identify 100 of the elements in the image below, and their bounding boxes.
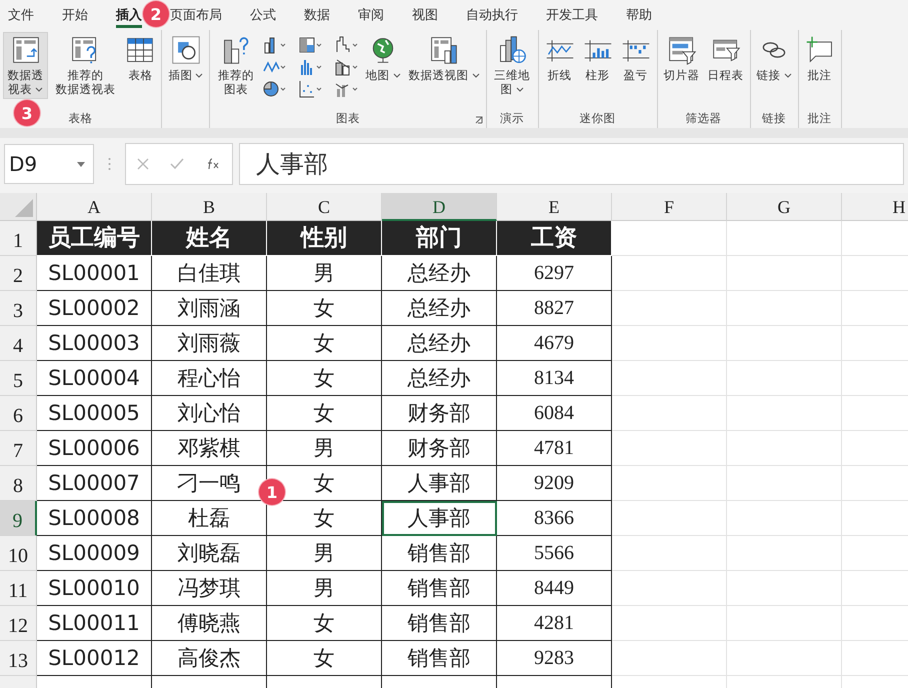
ribbon-button[interactable]: 柱形 — [580, 32, 616, 85]
table-cell: 4781 — [497, 431, 612, 466]
row-header[interactable]: 4 — [0, 326, 37, 361]
table-cell: 女 — [267, 396, 382, 431]
column-header[interactable]: F — [612, 193, 727, 221]
table-cell: 男 — [267, 571, 382, 606]
group-label: 迷你图 — [580, 110, 616, 126]
ribbon-button[interactable]: 推荐的图表 — [213, 32, 259, 99]
table-cell: SL00007 — [37, 466, 152, 501]
row-header[interactable]: 2 — [0, 256, 37, 291]
row-header[interactable]: 6 — [0, 396, 37, 431]
column-header[interactable]: C — [267, 193, 382, 221]
table-cell: 5566 — [497, 536, 612, 571]
table-cell: 8366 — [497, 501, 612, 536]
row-header[interactable]: 8 — [0, 466, 37, 501]
row-header[interactable]: 10 — [0, 536, 37, 571]
group-label: 链接 — [762, 110, 786, 126]
table-cell: 男 — [267, 431, 382, 466]
table-cell: 总经办 — [382, 361, 497, 396]
ribbon-tab[interactable]: 公式 — [249, 0, 277, 30]
table-cell: 4679 — [497, 326, 612, 361]
table-cell: 男 — [267, 536, 382, 571]
table-cell: 白佳琪 — [152, 256, 267, 291]
table-cell: 傅晓燕 — [152, 606, 267, 641]
table-cell: 女 — [267, 641, 382, 676]
table-cell: 人事部 — [382, 501, 497, 536]
ribbon-tab[interactable]: 视图 — [411, 0, 439, 30]
table-cell: 人事部 — [382, 466, 497, 501]
ribbon-tab[interactable]: 自动执行 — [465, 0, 519, 30]
row-header[interactable]: 1 — [0, 221, 37, 256]
group-label: 图表 — [336, 110, 360, 126]
table-cell: SL00001 — [37, 256, 152, 291]
table-cell: SL00004 — [37, 361, 152, 396]
table-cell: 女 — [267, 361, 382, 396]
column-header[interactable]: H — [842, 193, 908, 221]
ribbon-tab[interactable]: 页面布局 — [169, 0, 223, 30]
table-cell: SL00006 — [37, 431, 152, 466]
column-header[interactable]: B — [152, 193, 267, 221]
ribbon-tab[interactable]: 审阅 — [357, 0, 385, 30]
table-cell: 刘雨涵 — [152, 291, 267, 326]
table-cell: 女 — [267, 326, 382, 361]
ribbon-button[interactable]: 数据透视图 — [406, 32, 483, 85]
ribbon-tab[interactable]: 文件 — [7, 0, 35, 30]
ribbon-button[interactable]: 日程表 — [704, 32, 747, 85]
table-cell: 冯梦琪 — [152, 571, 267, 606]
row-header[interactable]: 9 — [0, 501, 37, 536]
row-header[interactable]: 5 — [0, 361, 37, 396]
ribbon-button[interactable]: 推荐的数据透视表 — [50, 32, 120, 99]
ribbon-button[interactable]: 切片器 — [660, 32, 703, 85]
table-cell: 销售部 — [382, 606, 497, 641]
ribbon-button[interactable]: 批注 — [802, 32, 838, 85]
column-header[interactable]: G — [727, 193, 842, 221]
ribbon-button[interactable]: 数据透视表 — [3, 32, 48, 99]
column-header[interactable]: E — [497, 193, 612, 221]
table-cell: 销售部 — [382, 641, 497, 676]
ribbon-button[interactable]: 插图 — [165, 32, 206, 85]
table-cell: SL00002 — [37, 291, 152, 326]
ribbon-tab[interactable]: 数据 — [303, 0, 331, 30]
header-cell: 姓名 — [152, 221, 267, 256]
table-cell: 高俊杰 — [152, 641, 267, 676]
table-cell: 刘晓磊 — [152, 536, 267, 571]
row-header[interactable]: 12 — [0, 606, 37, 641]
table-cell: 财务部 — [382, 431, 497, 466]
group-label: 演示 — [500, 110, 524, 126]
ribbon-button[interactable]: 地图 — [362, 32, 404, 85]
table-cell: 销售部 — [382, 536, 497, 571]
ribbon-tab[interactable]: 帮助 — [625, 0, 653, 30]
header-cell: 部门 — [382, 221, 497, 256]
table-cell: 财务部 — [382, 396, 497, 431]
column-header[interactable]: D — [382, 193, 497, 221]
ribbon-button[interactable]: 表格 — [122, 32, 158, 85]
row-header[interactable]: 11 — [0, 571, 37, 606]
step-badge: 1 — [259, 479, 285, 505]
row-header[interactable]: 13 — [0, 641, 37, 676]
table-cell: SL00012 — [37, 641, 152, 676]
row-header[interactable]: 3 — [0, 291, 37, 326]
row-header[interactable]: 7 — [0, 431, 37, 466]
name-box[interactable]: D9 — [4, 144, 94, 184]
column-header[interactable]: A — [37, 193, 152, 221]
ribbon-tab[interactable]: 插入 — [115, 0, 143, 30]
table-cell: 程心怡 — [152, 361, 267, 396]
table-cell: 6297 — [497, 256, 612, 291]
table-cell: SL00010 — [37, 571, 152, 606]
ribbon-button[interactable]: 链接 — [754, 32, 795, 85]
ribbon-tab[interactable]: 开发工具 — [545, 0, 599, 30]
ribbon-button[interactable]: 盈亏 — [618, 32, 654, 85]
formula-field[interactable]: 人事部 — [239, 143, 904, 185]
table-cell: 9283 — [497, 641, 612, 676]
table-cell: 总经办 — [382, 256, 497, 291]
ribbon-tab[interactable]: 开始 — [61, 0, 89, 30]
table-cell: 女 — [267, 291, 382, 326]
ribbon-button[interactable]: 折线 — [542, 32, 578, 85]
group-label: 筛选器 — [686, 110, 722, 126]
table-cell: 4281 — [497, 606, 612, 641]
table-cell: SL00005 — [37, 396, 152, 431]
header-cell: 性别 — [267, 221, 382, 256]
table-cell: 男 — [267, 256, 382, 291]
ribbon-button[interactable]: 三维地图 — [490, 32, 535, 99]
table-cell: SL00003 — [37, 326, 152, 361]
table-cell: SL00009 — [37, 536, 152, 571]
